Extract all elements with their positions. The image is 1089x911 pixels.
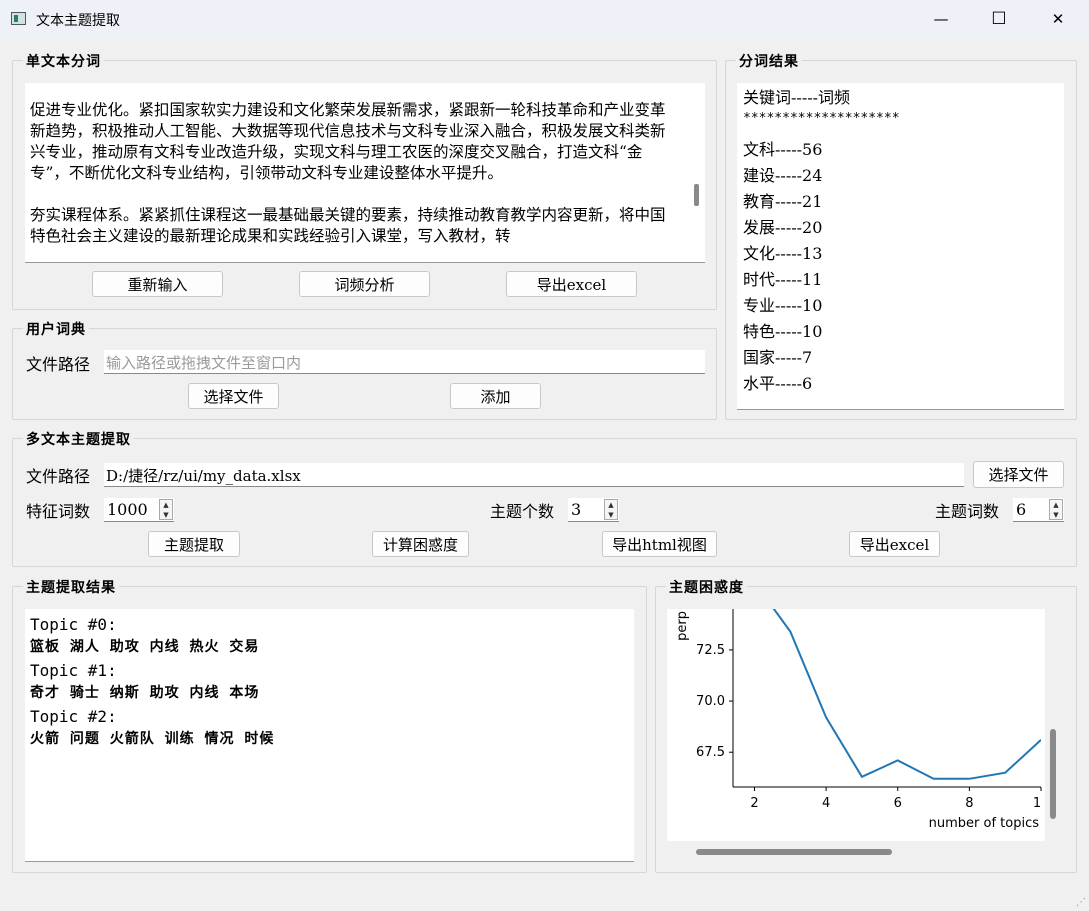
resize-grip-icon[interactable]: ⋰	[1076, 897, 1086, 908]
y-tick-label: 67.5	[696, 745, 725, 760]
segmentation-result-title: 分词结果	[736, 51, 802, 71]
close-button[interactable]: ✕	[1029, 0, 1087, 38]
freq-item: 专业-----10	[743, 296, 823, 315]
user-dict-add-button[interactable]: 添加	[450, 383, 541, 409]
x-tick-label: 1	[1033, 796, 1041, 811]
topic-count-spinbox[interactable]: 3 ▲ ▼	[568, 498, 619, 522]
user-dict-path-label: 文件路径	[26, 355, 91, 374]
single-text-editor[interactable]: 促进专业优化。紧扣国家软实力建设和文化繁荣发展新需求，紧跟新一轮科技革命和产业变…	[25, 83, 705, 263]
multi-text-title: 多文本主题提取	[23, 429, 134, 449]
feature-count-value: 1000	[107, 500, 148, 519]
user-dict-group: 用户词典	[12, 319, 717, 420]
topic-words-spinbox[interactable]: 6 ▲ ▼	[1013, 498, 1064, 522]
feature-count-spinbox[interactable]: 1000 ▲ ▼	[104, 498, 174, 522]
topic-count-label: 主题个数	[490, 502, 555, 521]
user-dict-path-input[interactable]: 输入路径或拖拽文件至窗口内	[104, 350, 705, 374]
multi-text-path-label: 文件路径	[26, 467, 91, 486]
spin-up-icon[interactable]: ▲	[160, 500, 172, 510]
compute-perplexity-button[interactable]: 计算困惑度	[372, 531, 469, 557]
perplexity-series-line	[772, 609, 1041, 780]
close-icon: ✕	[1051, 10, 1065, 28]
topic-words: 奇才 骑士 纳斯 助攻 内线 本场	[30, 685, 260, 701]
x-tick-label: 6	[894, 796, 902, 811]
multi-text-path-input[interactable]: D:/捷径/rz/ui/my_data.xlsx	[104, 463, 964, 487]
freq-item: 发展-----20	[743, 218, 823, 237]
freq-item: 特色-----10	[743, 322, 823, 341]
maximize-button[interactable]: ☐	[970, 0, 1028, 38]
segmentation-result-box[interactable]: 关键词-----词频 ******************** 文科-----5…	[737, 83, 1064, 410]
topic-heading: Topic #2:	[30, 707, 117, 726]
x-tick-label: 2	[750, 796, 758, 811]
perplexity-scroll-area[interactable]: 72.5 70.0 67.5 2 4 6 8 1 number of topics perp	[667, 609, 1064, 862]
topic-words-value: 6	[1016, 500, 1027, 519]
text-scrollbar[interactable]	[687, 83, 705, 262]
x-tick-label: 4	[822, 796, 830, 811]
freq-list: 文科-----56 建设-----24 教育-----21 发展-----20 文化--…	[743, 137, 900, 397]
topic-result-box[interactable]: Topic #0: 篮板 湖人 助攻 内线 热火 交易 Topic #1: 奇才 骑士…	[25, 609, 634, 862]
freq-item: 文科-----56	[743, 140, 823, 159]
perplexity-title: 主题困惑度	[666, 577, 747, 597]
app-icon	[11, 12, 26, 25]
y-axis-label: perp	[675, 611, 690, 641]
topic-list: Topic #0: 篮板 湖人 助攻 内线 热火 交易 Topic #1: 奇才 骑士…	[30, 613, 274, 751]
multi-text-choose-file-button[interactable]: 选择文件	[973, 461, 1064, 488]
y-tick-label: 70.0	[696, 694, 725, 709]
freq-analysis-button[interactable]: 词频分析	[299, 271, 430, 297]
export-html-button[interactable]: 导出html视图	[602, 531, 717, 557]
x-axis-label: number of topics	[929, 816, 1040, 831]
perplexity-chart: 72.5 70.0 67.5 2 4 6 8 1 number of topics perp	[667, 609, 1045, 841]
topic-heading: Topic #0:	[30, 615, 117, 634]
export-excel-button[interactable]: 导出excel	[506, 271, 637, 297]
topic-count-stepper[interactable]: ▲ ▼	[604, 499, 618, 520]
topic-result-title: 主题提取结果	[23, 577, 119, 597]
freq-item: 文化-----13	[743, 244, 823, 263]
minimize-icon: —	[933, 10, 949, 28]
y-tick-label: 72.5	[696, 643, 725, 658]
topic-count-value: 3	[571, 500, 582, 519]
freq-item: 水平-----6	[743, 374, 813, 393]
title-bar: 文本主题提取 — ☐ ✕	[0, 0, 1089, 38]
freq-item: 教育-----21	[743, 192, 823, 211]
text-paragraph: 夯实课程体系。紧紧抓住课程这一最基础最关键的要素，持续推动教育教学内容更新，将中…	[30, 206, 666, 245]
spin-down-icon[interactable]: ▼	[605, 510, 617, 520]
feature-count-stepper[interactable]: ▲ ▼	[159, 499, 173, 520]
spin-down-icon[interactable]: ▼	[1050, 510, 1062, 520]
x-tick-label: 8	[965, 796, 973, 811]
feature-count-label: 特征词数	[26, 502, 91, 521]
chart-horizontal-scrollbar-thumb[interactable]	[696, 849, 892, 855]
spin-down-icon[interactable]: ▼	[160, 510, 172, 520]
spin-up-icon[interactable]: ▲	[605, 500, 617, 510]
spin-up-icon[interactable]: ▲	[1050, 500, 1062, 510]
freq-item: 国家-----7	[743, 348, 813, 367]
multi-export-excel-button[interactable]: 导出excel	[849, 531, 940, 557]
topic-words-stepper[interactable]: ▲ ▼	[1049, 499, 1063, 520]
freq-item: 时代-----11	[743, 270, 823, 289]
topic-extract-button[interactable]: 主题提取	[148, 531, 240, 557]
user-dict-title: 用户词典	[23, 319, 89, 339]
chart-vertical-scrollbar-thumb[interactable]	[1050, 729, 1056, 819]
topic-words-label: 主题词数	[935, 502, 1000, 521]
window-title: 文本主题提取	[36, 13, 120, 29]
single-text-group-title: 单文本分词	[23, 51, 104, 71]
maximize-icon: ☐	[991, 9, 1007, 29]
text-scrollbar-thumb[interactable]	[694, 184, 699, 206]
user-dict-choose-file-button[interactable]: 选择文件	[188, 383, 279, 409]
text-paragraph: 促进专业优化。紧扣国家软实力建设和文化繁荣发展新需求，紧跟新一轮科技革命和产业变…	[30, 101, 666, 182]
reinput-button[interactable]: 重新输入	[92, 271, 223, 297]
topic-words: 火箭 问题 火箭队 训练 情况 时候	[30, 731, 275, 747]
freq-separator: ********************	[743, 111, 900, 126]
freq-item: 建设-----24	[743, 166, 823, 185]
topic-heading: Topic #1:	[30, 661, 117, 680]
minimize-button[interactable]: —	[912, 0, 970, 38]
topic-words: 篮板 湖人 助攻 内线 热火 交易	[30, 639, 260, 655]
